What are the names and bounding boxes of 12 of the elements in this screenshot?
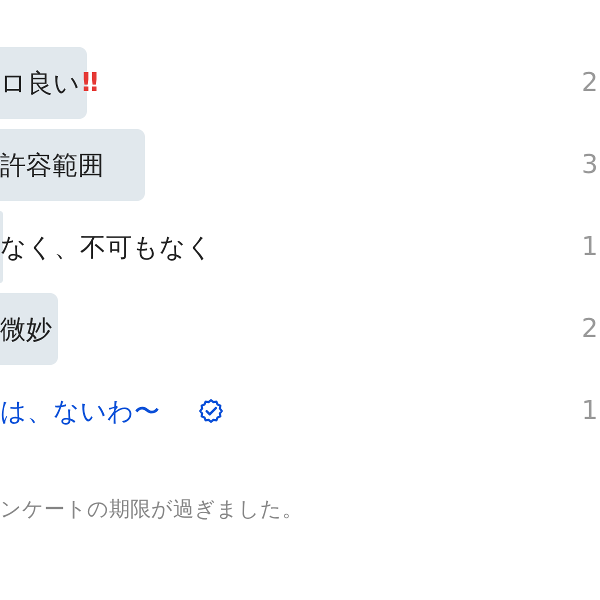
vote-count: 3: [581, 150, 598, 180]
vote-count: 2: [581, 68, 598, 98]
vote-count: 1: [581, 396, 598, 426]
emoji: ‼: [82, 68, 98, 98]
option-label: 微妙: [0, 314, 52, 346]
poll-status: ンケートの期限が過ぎました。: [0, 496, 304, 523]
option-label: 許容範囲: [0, 150, 104, 182]
option-label: ロ良い: [0, 68, 80, 100]
vote-count: 2: [581, 314, 598, 344]
vote-count: 1: [581, 232, 598, 262]
option-label: は、ないわ〜: [0, 396, 160, 428]
option-label: なく、不可もなく: [0, 232, 213, 264]
